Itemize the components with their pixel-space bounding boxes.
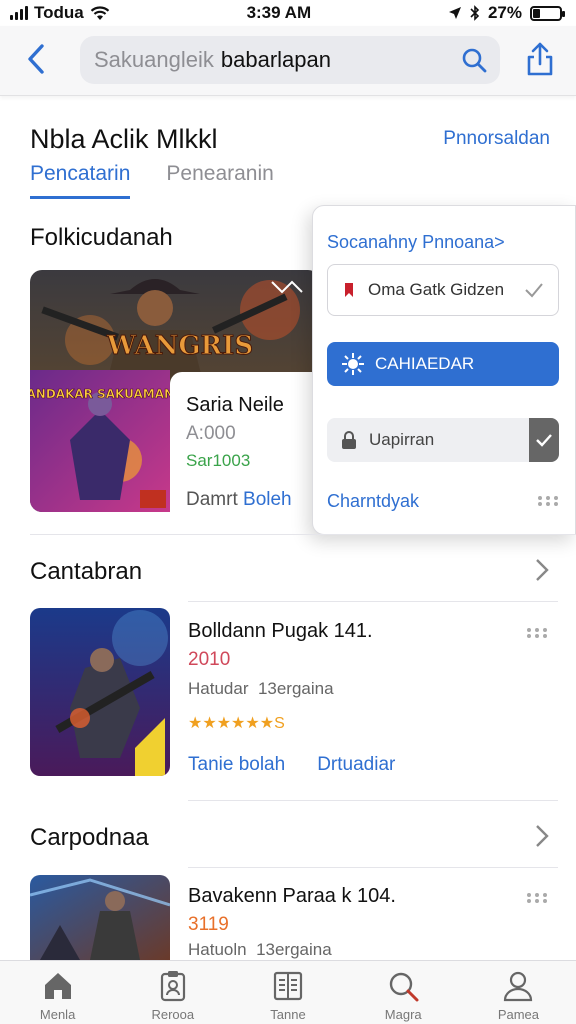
star-rating: ★★★★★★S [188,715,285,732]
status-bar: Todua 3:39 AM 27% [0,0,576,26]
sort-popover: Socanahny Pnnoana> Oma Gatk Gidzen CAHIA… [312,205,576,535]
tab-label: Magra [384,1007,422,1022]
page-title: Nbla Aclik Mlkkl [30,124,218,154]
clock: 3:39 AM [246,3,312,22]
search-query: babarlapan [220,47,331,72]
checkmark-icon [536,434,552,447]
section-title-featured: Folkicudanah [30,224,173,251]
game-action-primary[interactable]: Tanie bolah [188,754,285,776]
bottom-tab-bar: Menla Rerooa Tanne Magra Pamea [0,960,576,1024]
more-dots-icon[interactable] [526,627,548,639]
book-icon [273,971,303,1001]
featured-game-price: A:000 [186,423,236,444]
more-dots-icon[interactable] [526,892,548,904]
tab-search-results[interactable]: Pencatarin [30,162,131,199]
game-info: Bavakenn Paraa k 104. 3119 Hatuoln 13erg… [188,885,396,960]
bookmark-icon [345,283,353,297]
checkmark-icon [525,283,543,298]
more-dots-icon[interactable] [537,495,559,507]
featured-action-label: Damrt [186,489,238,510]
tab-library[interactable]: Tanne [230,961,345,1024]
divider [30,534,576,535]
section-title-1[interactable]: Cantabran [30,558,142,586]
tab-label: Pamea [497,1007,540,1022]
battery-level [532,8,540,18]
search-placeholder: Sakuangleik [94,47,214,72]
popover-primary-button[interactable]: CAHIAEDAR [327,342,559,386]
game-thumbnail[interactable] [30,875,170,960]
tab-search-alt[interactable]: Penearanin [166,162,273,199]
search-icon [390,972,419,1002]
game-name: Bolldann Pugak 141. [188,620,373,642]
header-link[interactable]: Pnnorsaldan [443,128,550,150]
tab-profile[interactable]: Pamea [461,961,576,1024]
back-chevron-icon[interactable] [22,40,52,78]
tab-label: Menla [39,1007,76,1022]
game-meta-value: 13ergaina [257,679,334,698]
chevron-right-icon[interactable] [534,823,550,849]
home-icon [44,973,71,999]
search-input[interactable]: Sakuangleik babarlapan [80,36,500,84]
divider [188,800,558,801]
game-price: 3119 [188,914,229,935]
featured-art-title: WANGRIS [106,331,253,361]
wifi-icon [90,5,109,20]
chevron-right-icon[interactable] [534,557,550,583]
tab-bar-top: Pencatarin Penearanin [30,162,274,199]
search-header: Sakuangleik babarlapan [0,26,576,96]
featured-game-info: Saria Neile A:000 Sar1003 Damrt Boleh [170,372,320,512]
popover-select-value: Oma Gatk Gidzen [368,280,505,299]
bluetooth-icon [470,5,480,21]
person-icon [504,971,533,1002]
tab-label: Rerooa [151,1007,195,1022]
featured-art-subtitle: BANDAKAR SAKUAMANS [30,387,183,401]
popover-secondary-label: Uapirran [369,430,435,449]
tab-reports[interactable]: Rerooa [115,961,230,1024]
battery-percent: 27% [487,3,522,22]
share-icon[interactable] [524,40,556,78]
game-thumbnail[interactable] [30,608,170,776]
featured-game-code: Sar1003 [186,451,251,470]
game-artwork [30,608,170,776]
game-action-secondary[interactable]: Drtuadiar [317,754,395,776]
lock-icon [342,431,356,449]
location-arrow-icon [448,7,461,19]
featured-game-name: Saria Neile [186,394,284,416]
popover-secondary-check[interactable] [529,418,559,462]
section-title-2[interactable]: Carpodnaa [30,824,149,852]
game-artwork [30,875,170,960]
popover-select[interactable]: Oma Gatk Gidzen [327,264,559,316]
game-price: 2010 [188,649,231,670]
featured-action-link[interactable]: Boleh [243,489,292,510]
battery-icon [529,5,565,21]
game-meta-label: Hatuoln [188,940,247,959]
game-name: Bavakenn Paraa k 104. [188,885,396,907]
clipboard-icon [160,971,185,1002]
game-info: Bolldann Pugak 141. 2010 Hatudar 13ergai… [188,620,373,733]
search-icon[interactable] [460,46,488,74]
divider [188,867,558,868]
cellular-signal-icon [10,6,28,20]
carrier-label: Todua [34,3,84,22]
popover-link-label: Charntdyak [327,490,420,511]
tab-home[interactable]: Menla [0,961,115,1024]
sparkle-icon [342,353,364,375]
game-actions: Tanie bolah Drtuadiar [188,754,395,776]
game-meta-value: 13ergaina [256,940,332,959]
game-meta-label: Hatudar [188,679,249,698]
popover-primary-label: CAHIAEDAR [375,354,475,373]
popover-title[interactable]: Socanahny Pnnoana> [327,232,505,253]
divider [188,601,558,602]
tab-search[interactable]: Magra [346,961,461,1024]
popover-secondary-button[interactable]: Uapirran [327,418,559,462]
popover-link[interactable]: Charntdyak [327,488,559,514]
tab-label: Tanne [270,1007,306,1022]
